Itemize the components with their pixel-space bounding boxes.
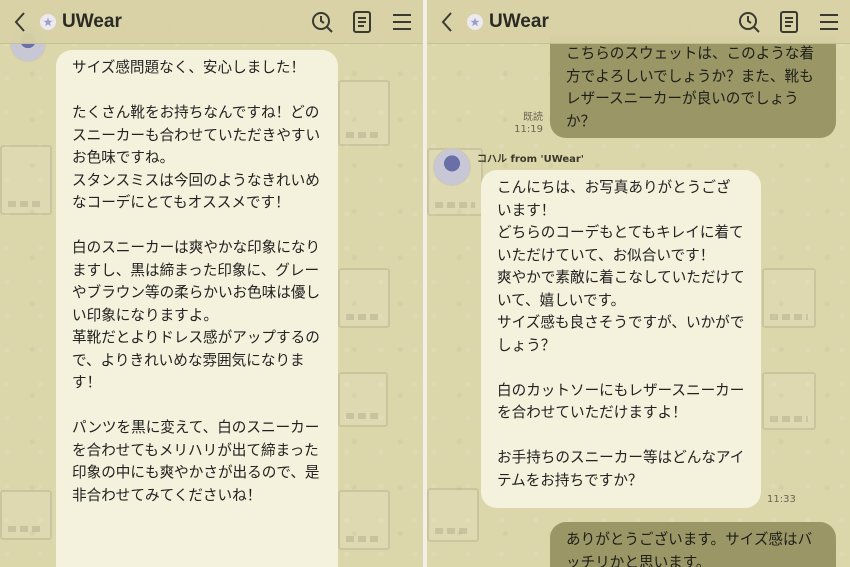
chat-header: UWear	[427, 0, 850, 44]
wallpaper-art	[762, 268, 816, 328]
avatar[interactable]	[433, 148, 471, 186]
notes-icon[interactable]	[776, 9, 802, 35]
chat-title-group[interactable]: UWear	[40, 11, 122, 33]
wallpaper-art	[0, 145, 52, 215]
clock-search-icon[interactable]	[736, 9, 762, 35]
read-receipt: 既読 11:19	[507, 112, 543, 136]
notes-icon[interactable]	[349, 9, 375, 35]
message-bubble-outgoing: こちらのスウェットは、このような着方でよろしいでしょうか？また、靴もレザースニー…	[550, 36, 836, 138]
wallpaper-art	[338, 80, 390, 146]
wallpaper-art	[762, 372, 816, 430]
wallpaper-art	[338, 268, 390, 328]
wallpaper-art	[338, 372, 388, 427]
back-button[interactable]	[0, 0, 40, 44]
chat-header: UWear	[0, 0, 423, 44]
message-bubble-incoming: サイズ感問題なく、安心しました！ たくさん靴をお持ちなんですね！どのスニーカーも…	[56, 50, 338, 567]
message-time: 11:33	[767, 494, 796, 505]
chevron-left-icon	[441, 11, 452, 32]
chat-title: UWear	[62, 10, 122, 32]
message-bubble-outgoing: ありがとうございます。サイズ感はバッチリかと思います。	[550, 522, 836, 567]
chevron-left-icon	[14, 11, 25, 32]
chat-pane-right: こちらのスウェットは、このような着方でよろしいでしょうか？また、靴もレザースニー…	[427, 0, 850, 567]
sender-name: コハル from 'UWear'	[477, 154, 584, 165]
chat-title: UWear	[489, 10, 549, 32]
message-time: 11:19	[514, 124, 543, 135]
menu-icon[interactable]	[816, 9, 842, 35]
chat-pane-left: サイズ感問題なく、安心しました！ たくさん靴をお持ちなんですね！どのスニーカーも…	[0, 0, 423, 567]
wallpaper-art	[0, 490, 52, 540]
back-button[interactable]	[427, 0, 467, 44]
wallpaper-art	[338, 490, 390, 550]
chat-title-group[interactable]: UWear	[467, 11, 549, 33]
star-badge-icon	[40, 13, 56, 30]
wallpaper-art	[427, 488, 479, 542]
menu-icon[interactable]	[389, 9, 415, 35]
star-badge-icon	[467, 13, 483, 30]
clock-search-icon[interactable]	[309, 9, 335, 35]
read-label: 既読	[523, 112, 543, 123]
message-bubble-incoming: こんにちは、お写真ありがとうございます！ どちらのコーデもとてもキレイに着ていた…	[481, 170, 761, 508]
